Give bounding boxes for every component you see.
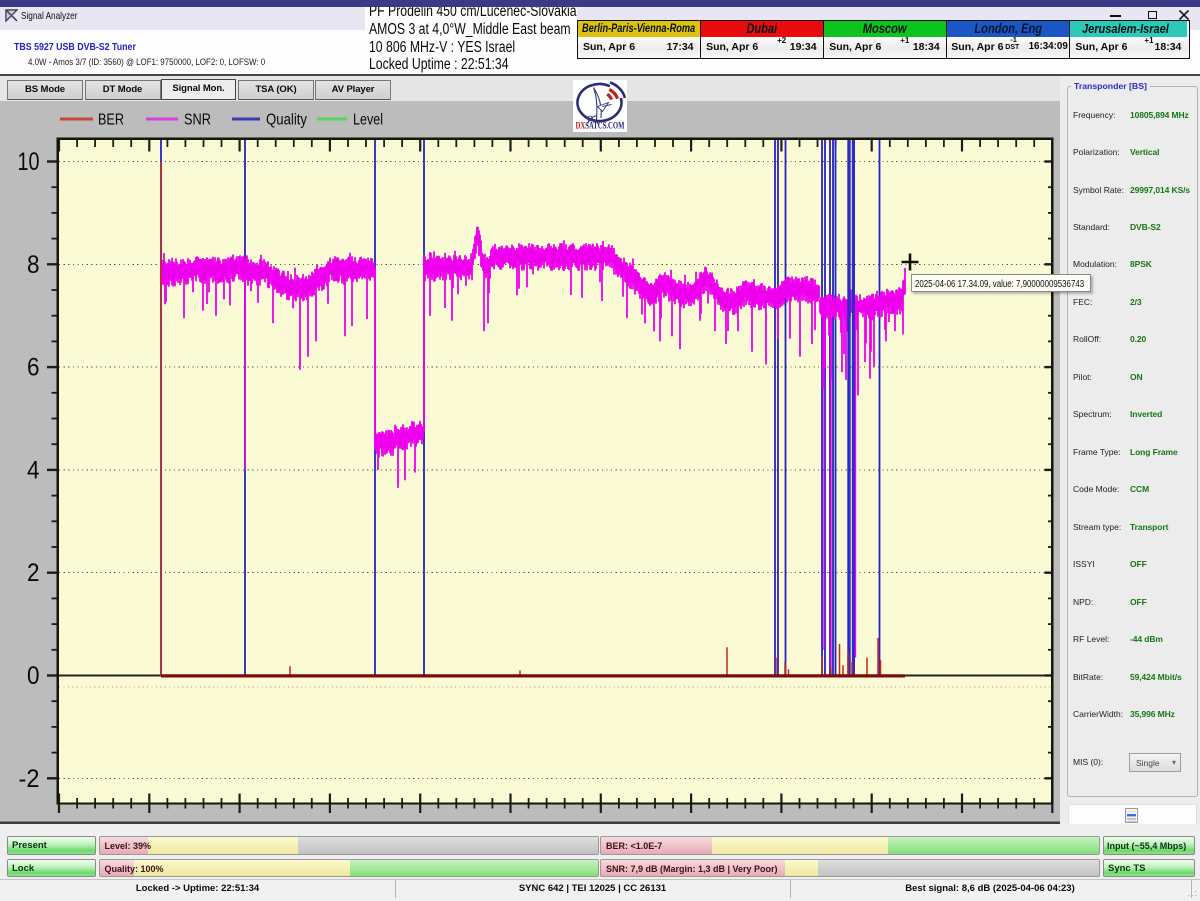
svg-text:4: 4 <box>27 456 40 484</box>
svg-text:Quality: Quality <box>266 112 307 129</box>
svg-text:-2: -2 <box>19 765 40 793</box>
svg-text:0: 0 <box>27 662 40 690</box>
svg-text:10: 10 <box>18 148 40 176</box>
svg-text:8: 8 <box>27 251 40 279</box>
svg-text:6: 6 <box>27 354 40 382</box>
svg-text:SNR: SNR <box>184 112 211 129</box>
svg-text:Level: Level <box>353 112 383 129</box>
svg-text:2: 2 <box>27 559 40 587</box>
svg-text:BER: BER <box>98 112 124 129</box>
svg-text:DXSATCS.COM: DXSATCS.COM <box>576 120 625 130</box>
